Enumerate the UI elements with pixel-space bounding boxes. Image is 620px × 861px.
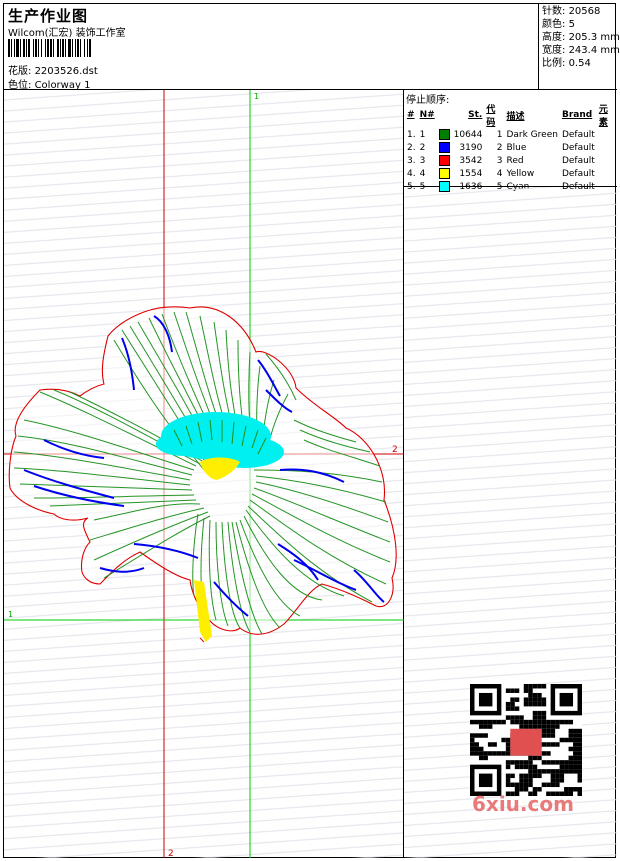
guide-label-top: 1: [254, 92, 259, 101]
qr-code-icon: [470, 684, 582, 796]
legend-stitches: 3542: [459, 155, 483, 166]
colorway-line: 色位: Colorway 1: [8, 76, 90, 91]
sheet-title: 生产作业图: [8, 7, 89, 25]
legend-row: 4. 4 1554 4 Yellow Default: [405, 167, 617, 180]
color-swatch: [438, 142, 450, 153]
legend-index: 4.: [407, 168, 416, 179]
legend-header: 元素: [598, 105, 608, 128]
guide-label-left: 1: [8, 610, 13, 619]
stat-label: 高度:: [542, 32, 566, 43]
stat-label: 宽度:: [542, 45, 566, 56]
legend-stitches: 3190: [459, 142, 483, 153]
sheet-header: 生产作业图 Wilcom(汇宏) 装饰工作室 花版: 2203526.dst 色…: [4, 4, 620, 91]
production-sheet: 生产作业图 Wilcom(汇宏) 装饰工作室 花版: 2203526.dst 色…: [3, 3, 620, 858]
stem-tip: [199, 637, 205, 643]
stat-value: 20568: [568, 6, 601, 17]
studio-name: Wilcom(汇宏) 装饰工作室: [8, 28, 126, 39]
design-canvas[interactable]: 1 2 1 2: [4, 90, 404, 858]
stat-label: 针数:: [542, 6, 566, 17]
color-swatch: [438, 168, 450, 179]
stat-row: 高度: 205.3 mm: [542, 31, 620, 44]
guide-label-right: 2: [392, 445, 398, 455]
stat-row: 比例: 0.54: [542, 57, 614, 70]
watermark-text: 6xiu.com: [472, 792, 574, 816]
legend-index: 3.: [407, 155, 416, 166]
legend-index: 1.: [407, 129, 416, 140]
legend-row: 2. 2 3190 2 Blue Default: [405, 141, 617, 154]
legend-row: 1. 1 10644 1 Dark Green Default: [405, 128, 617, 141]
legend-row: 3. 3 3542 3 Red Default: [405, 154, 617, 167]
legend-header: #: [407, 110, 415, 120]
stat-value: 0.54: [568, 58, 591, 69]
stat-row: 宽度: 243.4 mm: [542, 44, 620, 57]
legend-index: 2.: [407, 142, 416, 153]
legend-brand: Default: [561, 142, 595, 153]
legend-desc: Blue: [506, 142, 527, 153]
legend-header: Brand: [561, 110, 593, 120]
design-file-line: 花版: 2203526.dst: [8, 62, 98, 77]
color-legend: 停止顺序: # N# St. 代码 描述 Brand 元素 1. 1 10644 1 Dark Gr…: [404, 90, 617, 192]
barcode-icon: [8, 39, 91, 57]
legend-header: 描述: [506, 111, 525, 122]
legend-stitches: 1554: [459, 168, 483, 179]
embroidery-preview: 1 2 1 2: [4, 90, 404, 858]
legend-header: 代码: [486, 105, 496, 128]
legend-swatch-cell: [437, 167, 452, 180]
legend-desc: Yellow: [506, 168, 535, 179]
stat-row: 颜色: 5: [542, 18, 614, 31]
legend-n: 2: [419, 142, 426, 153]
legend-swatch-cell: [437, 128, 452, 141]
legend-n: 3: [419, 155, 426, 166]
stat-label: 颜色:: [542, 19, 566, 30]
color-swatch: [438, 155, 450, 166]
legend-code: 2: [496, 142, 503, 153]
legend-n: 4: [419, 168, 426, 179]
right-panel: 6xiu.com: [404, 187, 617, 858]
legend-code: 1: [496, 129, 503, 140]
legend-desc: Red: [506, 155, 524, 166]
legend-n: 1: [419, 129, 426, 140]
stat-row: 针数: 20568: [542, 5, 614, 18]
legend-brand: Default: [561, 155, 595, 166]
stat-value: 5: [568, 19, 575, 30]
stats-panel: 针数: 20568 颜色: 5 高度: 205.3 mm 宽度: 243.4 mm 比例…: [538, 4, 620, 90]
legend-brand: Default: [561, 129, 595, 140]
color-swatch: [438, 129, 450, 140]
stat-label: 比例:: [542, 58, 566, 69]
legend-table: # N# St. 代码 描述 Brand 元素 1. 1 10644 1 Dark Green Def…: [405, 102, 617, 193]
legend-code: 4: [496, 168, 503, 179]
legend-desc: Dark Green: [506, 129, 558, 140]
legend-swatch-cell: [437, 154, 452, 167]
legend-swatch-cell: [437, 141, 452, 154]
legend-code: 3: [496, 155, 503, 166]
legend-stitches: 10644: [453, 129, 483, 140]
stat-value: 243.4 mm: [568, 45, 620, 56]
legend-brand: Default: [561, 168, 595, 179]
legend-header: St.: [468, 110, 483, 120]
stat-value: 205.3 mm: [568, 32, 620, 43]
guide-label-bottom: 2: [168, 849, 174, 858]
legend-header: N#: [419, 110, 435, 120]
